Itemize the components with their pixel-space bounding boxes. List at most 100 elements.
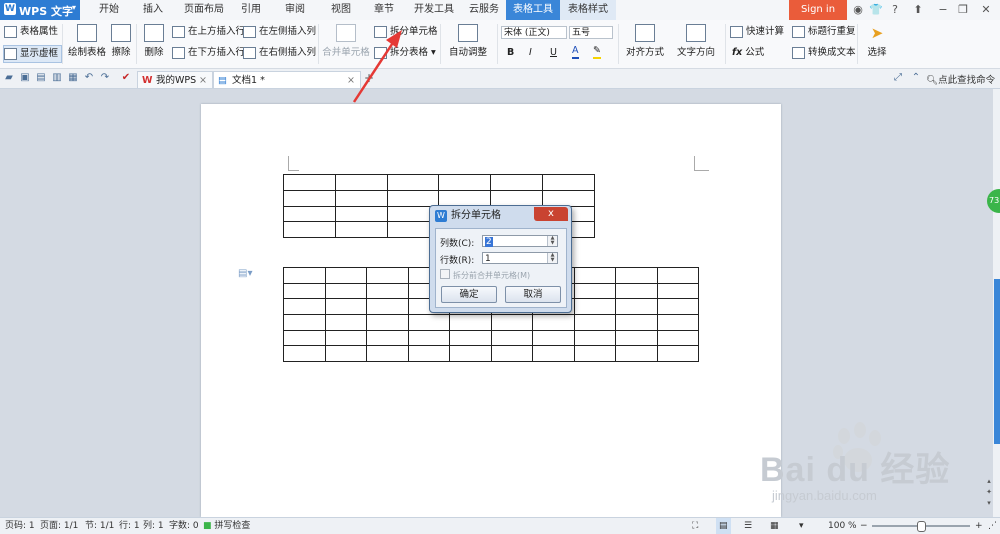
- draw-table-label: 绘制表格: [68, 47, 107, 58]
- insert-col-left-button[interactable]: 在左侧插入列: [243, 24, 316, 40]
- font-name-select[interactable]: 宋体 (正文): [501, 26, 567, 39]
- table-properties-label: 表格属性: [20, 26, 59, 37]
- dialog-close-button[interactable]: x: [534, 207, 568, 221]
- ribbon-separator: [497, 24, 498, 64]
- status-word-count[interactable]: 字数: 0: [169, 518, 199, 534]
- fx-icon: fx: [732, 47, 743, 58]
- fullscreen-view-icon[interactable]: ⛶: [692, 518, 698, 534]
- tab-view[interactable]: 视图: [321, 0, 361, 20]
- spin-arrows-icon[interactable]: ▲ ▼: [547, 253, 557, 263]
- wps-app-menu[interactable]: W WPS 文字 ▾: [0, 0, 80, 20]
- open-folder-icon[interactable]: ▰: [3, 72, 15, 84]
- tab-references[interactable]: 引用: [233, 0, 269, 20]
- quick-access-menu-icon[interactable]: ✔: [120, 72, 132, 84]
- vertical-scrollbar[interactable]: [993, 89, 1000, 517]
- formula-label: 公式: [745, 47, 765, 58]
- redo-icon[interactable]: ↷: [99, 72, 111, 84]
- shirt-icon[interactable]: 👕: [869, 3, 883, 17]
- tab-page-layout[interactable]: 页面布局: [177, 0, 231, 20]
- tab-table-style[interactable]: 表格样式: [560, 0, 616, 20]
- spell-check-icon: ■: [203, 521, 212, 531]
- status-pages[interactable]: 页面: 1/1: [40, 518, 78, 534]
- underline-button[interactable]: U: [550, 45, 557, 61]
- doc-tab-my-wps[interactable]: W 我的WPS ×: [137, 71, 213, 88]
- status-page-code[interactable]: 页码: 1: [5, 518, 35, 534]
- scrollbar-thumb[interactable]: [994, 279, 1000, 444]
- minimize-icon[interactable]: −: [936, 3, 950, 17]
- repeat-header-button[interactable]: 标题行重复: [792, 24, 856, 40]
- auto-fit-label: 自动调整: [448, 47, 487, 58]
- web-view-icon[interactable]: ▦: [770, 518, 779, 534]
- font-color-button[interactable]: A: [572, 45, 579, 59]
- spin-arrows-icon[interactable]: ▲ ▼: [547, 236, 557, 246]
- watermark-url: jingyan.baidu.com: [772, 488, 877, 503]
- save-icon[interactable]: ▣: [19, 72, 31, 84]
- bold-button[interactable]: B: [507, 45, 514, 61]
- tab-developer[interactable]: 开发工具: [408, 0, 460, 20]
- restore-ribbon-icon[interactable]: ⬆: [911, 3, 925, 17]
- maximize-icon[interactable]: ❐: [956, 3, 970, 17]
- highlight-icon[interactable]: ✎: [593, 45, 601, 59]
- align-button[interactable]: 对齐方式: [622, 24, 668, 58]
- expand-icon[interactable]: ⤢: [892, 72, 904, 84]
- select-button[interactable]: ➤ 选择: [862, 24, 892, 58]
- insert-row-below-button[interactable]: 在下方插入行: [172, 45, 245, 61]
- doc-tab-label: 我的WPS: [156, 75, 197, 86]
- tab-insert[interactable]: 插入: [133, 0, 173, 20]
- margin-mark: [288, 156, 299, 171]
- ribbon-separator: [136, 24, 137, 64]
- rows-spinbox[interactable]: 1 ▲ ▼: [482, 252, 558, 264]
- skin-icon[interactable]: ◉: [851, 3, 865, 17]
- insert-row-above-button[interactable]: 在上方插入行: [172, 24, 245, 40]
- doc-tab-document1[interactable]: ▤ 文档1 * ×: [213, 71, 361, 88]
- quick-calc-button[interactable]: 快速计算: [730, 24, 784, 40]
- draw-table-button[interactable]: 绘制表格: [68, 24, 106, 58]
- export-pdf-icon[interactable]: ▤: [35, 72, 47, 84]
- show-gridlines-label: 显示虚框: [20, 48, 59, 59]
- text-direction-button[interactable]: 文字方向: [672, 24, 720, 58]
- italic-button[interactable]: I: [529, 45, 532, 61]
- cancel-button[interactable]: 取消: [505, 286, 561, 303]
- tab-cloud[interactable]: 云服务: [462, 0, 506, 20]
- sign-in-button[interactable]: Sign in: [789, 0, 847, 20]
- auto-fit-button[interactable]: 自动调整: [444, 24, 492, 58]
- outline-view-icon[interactable]: ☰: [744, 518, 752, 534]
- zoom-in-icon[interactable]: +: [975, 518, 983, 534]
- ribbon-separator: [618, 24, 619, 64]
- tab-review[interactable]: 审阅: [277, 0, 313, 20]
- search-command[interactable]: 🔍︎点此查找命令: [926, 72, 995, 86]
- insert-col-right-button[interactable]: 在右侧插入列: [243, 45, 316, 61]
- zoom-level[interactable]: 100 %: [828, 518, 857, 534]
- font-size-select[interactable]: 五号: [569, 26, 613, 39]
- zoom-out-icon[interactable]: −: [860, 518, 868, 534]
- undo-icon[interactable]: ↶: [83, 72, 95, 84]
- help-icon[interactable]: ?: [888, 3, 902, 17]
- reading-view-icon[interactable]: ▾: [799, 518, 804, 534]
- insert-row-below-label: 在下方插入行: [188, 47, 246, 58]
- status-spell-check[interactable]: ■ 拼写检查: [203, 518, 250, 534]
- convert-to-text-button[interactable]: 转换成文本: [792, 45, 856, 61]
- tab-home[interactable]: 开始: [88, 0, 130, 20]
- erase-label: 擦除: [111, 47, 131, 58]
- tab-chapter[interactable]: 章节: [364, 0, 404, 20]
- tab-table-tools[interactable]: 表格工具: [506, 0, 560, 20]
- insert-row-below-icon: [172, 46, 185, 59]
- baidu-watermark: Bai du 经验 jingyan.baidu.com: [760, 422, 990, 512]
- print-preview-icon[interactable]: ▦: [67, 72, 79, 84]
- print-icon[interactable]: ▥: [51, 72, 63, 84]
- cols-spinbox[interactable]: 2 ▲ ▼: [482, 235, 558, 247]
- ok-button[interactable]: 确定: [441, 286, 497, 303]
- close-window-icon[interactable]: ✕: [979, 3, 993, 17]
- formula-button[interactable]: fx 公式: [732, 45, 764, 61]
- table-properties-button[interactable]: 表格属性: [4, 24, 58, 40]
- merge-before-split-checkbox[interactable]: 拆分前合并单元格(M): [440, 269, 530, 281]
- show-gridlines-button[interactable]: 显示虚框: [3, 45, 63, 63]
- delete-button[interactable]: 删除: [140, 24, 168, 58]
- paragraph-layout-icon[interactable]: ▤▾: [238, 268, 252, 279]
- close-tab-icon[interactable]: ×: [199, 72, 207, 89]
- page-view-icon[interactable]: ▤: [716, 518, 731, 534]
- erase-button[interactable]: 擦除: [110, 24, 132, 58]
- zoom-slider-thumb[interactable]: [917, 521, 926, 532]
- ribbon-separator: [857, 24, 858, 64]
- collapse-ribbon-icon[interactable]: ⌃: [910, 72, 922, 84]
